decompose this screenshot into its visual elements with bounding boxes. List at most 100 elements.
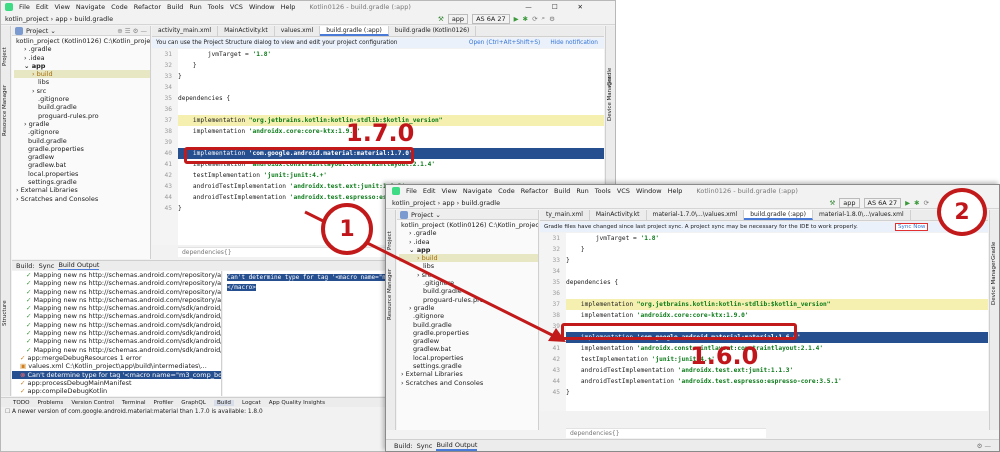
breadcrumb-project[interactable]: kotlin_project bbox=[392, 199, 436, 207]
breadcrumb-app[interactable]: app bbox=[442, 199, 454, 207]
search-icon[interactable]: ⌕ bbox=[542, 14, 546, 23]
menu-run[interactable]: Run bbox=[189, 3, 201, 11]
menu-vcs[interactable]: VCS bbox=[617, 187, 630, 195]
project-tool-button[interactable]: Project bbox=[2, 47, 8, 66]
tree-item[interactable]: kotlin_project (Kotlin0126) C:\Kotlin_pr… bbox=[399, 221, 538, 229]
maximize-button[interactable]: ☐ bbox=[552, 3, 572, 11]
hammer-icon[interactable]: ⚒ bbox=[829, 199, 835, 207]
menu-help[interactable]: Help bbox=[281, 3, 296, 11]
tree-item[interactable]: kotlin_project (Kotlin0126) C:\Kotlin_pr… bbox=[14, 37, 150, 45]
menu-navigate[interactable]: Navigate bbox=[76, 3, 105, 11]
breadcrumb-file[interactable]: build.gradle bbox=[74, 15, 113, 23]
tree-item[interactable]: proguard-rules.pro bbox=[399, 296, 538, 304]
tool-tab-app-quality-insights[interactable]: App Quality Insights bbox=[269, 400, 325, 406]
sync-now-link[interactable]: Sync Now bbox=[895, 223, 929, 231]
build-output-item[interactable]: ✓ Mapping new ns http://schemas.android.… bbox=[12, 346, 221, 354]
tree-item[interactable]: › .gradle bbox=[14, 45, 150, 53]
build-output-item[interactable]: ✓ Mapping new ns http://schemas.android.… bbox=[12, 288, 221, 296]
menu-edit[interactable]: Edit bbox=[36, 3, 49, 11]
status-message[interactable]: A newer version of com.google.android.ma… bbox=[12, 409, 263, 415]
code-line[interactable] bbox=[178, 82, 604, 93]
tree-item[interactable]: › External Libraries bbox=[14, 186, 150, 194]
editor-breadcrumb-text[interactable]: dependencies{} bbox=[570, 430, 620, 437]
gear-icon[interactable]: ⚙ — bbox=[977, 442, 991, 450]
tree-item[interactable]: settings.gradle bbox=[14, 178, 150, 186]
tree-item[interactable]: › Scratches and Consoles bbox=[14, 195, 150, 203]
structure-tool-button[interactable]: Structure bbox=[2, 300, 8, 326]
menu-code[interactable]: Code bbox=[111, 3, 128, 11]
tool-tab-profiler[interactable]: Profiler bbox=[154, 400, 174, 406]
tab-values-xml[interactable]: values.xml bbox=[275, 26, 321, 36]
code-line[interactable]: dependencies { bbox=[178, 93, 604, 104]
tab-material-170-values[interactable]: material-1.7.0\...\values.xml bbox=[647, 210, 745, 220]
tree-item[interactable]: .gitignore bbox=[399, 279, 538, 287]
project-view-select[interactable]: Project bbox=[411, 211, 433, 219]
tool-tab-logcat[interactable]: Logcat bbox=[242, 400, 261, 406]
tab-build-gradle-app[interactable]: build.gradle (:app) bbox=[320, 26, 389, 36]
build-output-item[interactable]: ✓ Mapping new ns http://schemas.android.… bbox=[12, 296, 221, 304]
device-select[interactable]: AS 6A 27 bbox=[472, 13, 510, 24]
tree-item[interactable]: .gitignore bbox=[399, 312, 538, 320]
tree-item[interactable]: ⌄ app bbox=[14, 62, 150, 70]
tree-item[interactable]: › Scratches and Consoles bbox=[399, 379, 538, 387]
editor-breadcrumb-text[interactable]: dependencies{} bbox=[182, 249, 232, 256]
tab-activity-main[interactable]: ty_main.xml bbox=[540, 210, 590, 220]
tool-tab-terminal[interactable]: Terminal bbox=[122, 400, 146, 406]
tree-item[interactable]: build.gradle bbox=[399, 321, 538, 329]
menu-navigate[interactable]: Navigate bbox=[463, 187, 492, 195]
menu-window[interactable]: Window bbox=[636, 187, 662, 195]
menu-run[interactable]: Run bbox=[576, 187, 588, 195]
code-line[interactable]: } bbox=[566, 387, 988, 398]
menu-window[interactable]: Window bbox=[249, 3, 275, 11]
sync-gradle-icon[interactable]: ⟳ bbox=[924, 199, 929, 207]
menu-refactor[interactable]: Refactor bbox=[521, 187, 548, 195]
hammer-icon[interactable]: ⚒ bbox=[438, 15, 444, 23]
device-manager-tool-button[interactable]: Device Manager bbox=[607, 76, 613, 121]
tree-item[interactable]: › .gradle bbox=[399, 229, 538, 237]
tree-item[interactable]: › .idea bbox=[399, 238, 538, 246]
menu-tools[interactable]: Tools bbox=[208, 3, 224, 11]
tree-item[interactable]: proguard-rules.pro bbox=[14, 112, 150, 120]
tree-item[interactable]: gradle.properties bbox=[399, 329, 538, 337]
tree-item[interactable]: › build bbox=[14, 70, 150, 79]
code-line[interactable]: } bbox=[178, 60, 604, 71]
close-button[interactable]: ✕ bbox=[578, 3, 597, 11]
code-line[interactable]: testImplementation 'junit:junit:4.+' bbox=[178, 170, 604, 181]
gradle-tool-button[interactable]: Gradle bbox=[991, 242, 997, 260]
banner-hide-link[interactable]: Hide notification bbox=[550, 40, 598, 46]
code-line[interactable] bbox=[566, 288, 988, 299]
tree-item[interactable]: › External Libraries bbox=[399, 370, 538, 378]
code-editor[interactable]: jvmTarget = '1.8' }} dependencies { imple… bbox=[566, 233, 988, 411]
tree-item[interactable]: › gradle bbox=[14, 120, 150, 128]
code-line[interactable]: } bbox=[566, 255, 988, 266]
menu-view[interactable]: View bbox=[441, 187, 456, 195]
tab-material-180-values[interactable]: material-1.8.0\...\values.xml bbox=[813, 210, 911, 220]
tree-item[interactable]: gradlew bbox=[399, 337, 538, 345]
tree-item[interactable]: › build bbox=[399, 254, 538, 263]
code-line[interactable]: androidTestImplementation 'androidx.test… bbox=[566, 365, 988, 376]
run-icon[interactable]: ▶ bbox=[514, 15, 519, 23]
code-line[interactable] bbox=[566, 266, 988, 277]
code-line[interactable]: } bbox=[566, 244, 988, 255]
code-line[interactable]: androidTestImplementation 'androidx.test… bbox=[566, 376, 988, 387]
menu-help[interactable]: Help bbox=[668, 187, 683, 195]
tree-item[interactable]: libs bbox=[399, 262, 538, 270]
code-line[interactable]: testImplementation 'junit:junit:4.+' bbox=[566, 354, 988, 365]
breadcrumb-app[interactable]: app bbox=[55, 15, 67, 23]
run-icon[interactable]: ▶ bbox=[905, 199, 910, 207]
tool-tab-version-control[interactable]: Version Control bbox=[71, 400, 114, 406]
code-line[interactable]: implementation "org.jetbrains.kotlin:kot… bbox=[566, 299, 988, 310]
debug-icon[interactable]: ✱ bbox=[523, 15, 528, 23]
tree-item[interactable]: gradlew bbox=[14, 153, 150, 161]
minimize-button[interactable]: — bbox=[525, 3, 546, 11]
tree-item[interactable]: ⌄ app bbox=[399, 246, 538, 254]
build-output-item[interactable]: ✓ Mapping new ns http://schemas.android.… bbox=[12, 312, 221, 320]
tree-item[interactable]: › .idea bbox=[14, 54, 150, 62]
tree-item[interactable]: › gradle bbox=[399, 304, 538, 312]
tab-activity-main[interactable]: activity_main.xml bbox=[152, 26, 219, 36]
tab-build-gradle-project[interactable]: build.gradle (Kotlin0126) bbox=[389, 26, 477, 36]
project-tool-button[interactable]: Project bbox=[387, 231, 393, 250]
code-line[interactable]: implementation 'androidx.constraintlayou… bbox=[566, 343, 988, 354]
menu-vcs[interactable]: VCS bbox=[230, 3, 243, 11]
code-line[interactable]: implementation 'androidx.core:core-ktx:1… bbox=[566, 310, 988, 321]
